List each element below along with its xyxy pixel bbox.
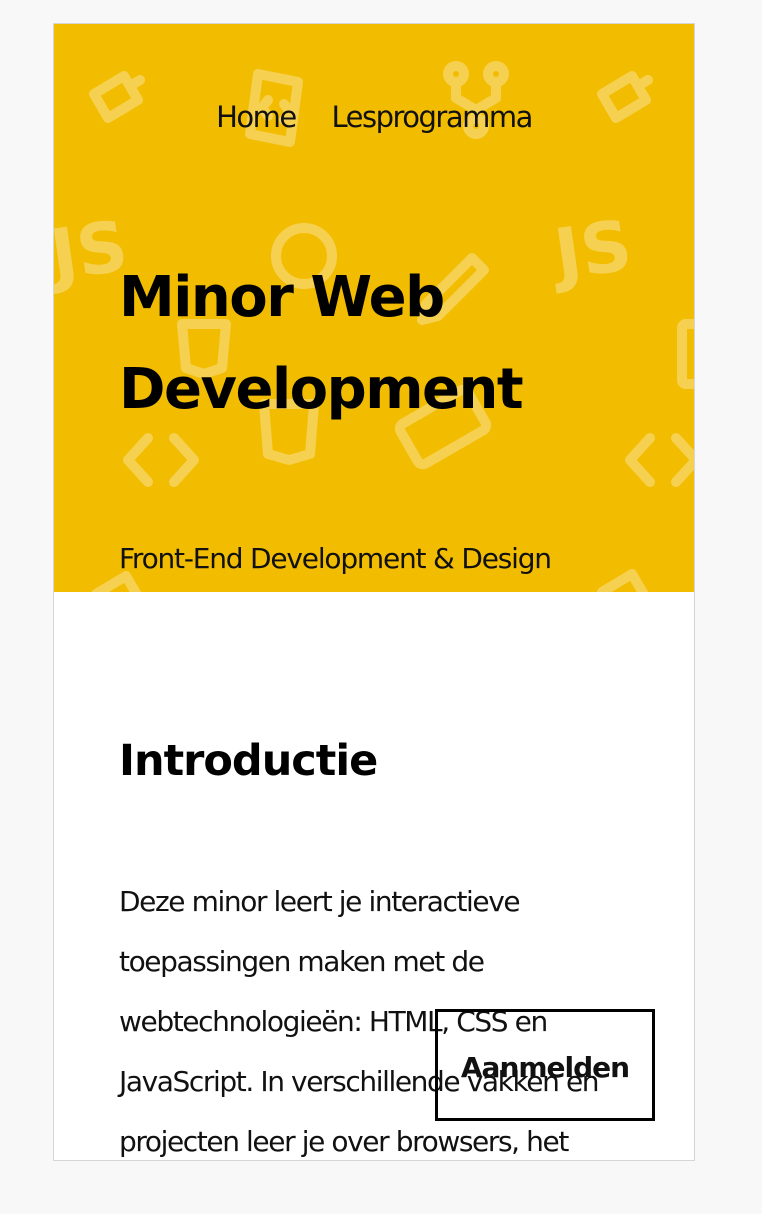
nav-link-home[interactable]: Home — [216, 100, 297, 134]
main-nav: Home Lesprogramma — [54, 100, 694, 134]
coffee-cup-icon — [91, 571, 142, 592]
code-brackets-icon — [123, 433, 199, 487]
coffee-cup-icon — [597, 569, 649, 592]
intro-heading: Introductie — [119, 736, 378, 786]
page-viewport: JS JS Home Lesprogramma Minor Web Develo… — [53, 23, 695, 1161]
code-brackets-icon — [677, 319, 694, 389]
aanmelden-button[interactable]: Aanmelden — [435, 1009, 655, 1121]
nav-link-lesprogramma[interactable]: Lesprogramma — [331, 100, 533, 134]
page-subtitle: Front-End Development & Design — [119, 542, 552, 575]
page-title: Minor Web Development — [119, 265, 524, 422]
code-brackets-icon — [625, 433, 694, 487]
hero-banner: JS JS Home Lesprogramma Minor Web Develo… — [54, 24, 694, 592]
